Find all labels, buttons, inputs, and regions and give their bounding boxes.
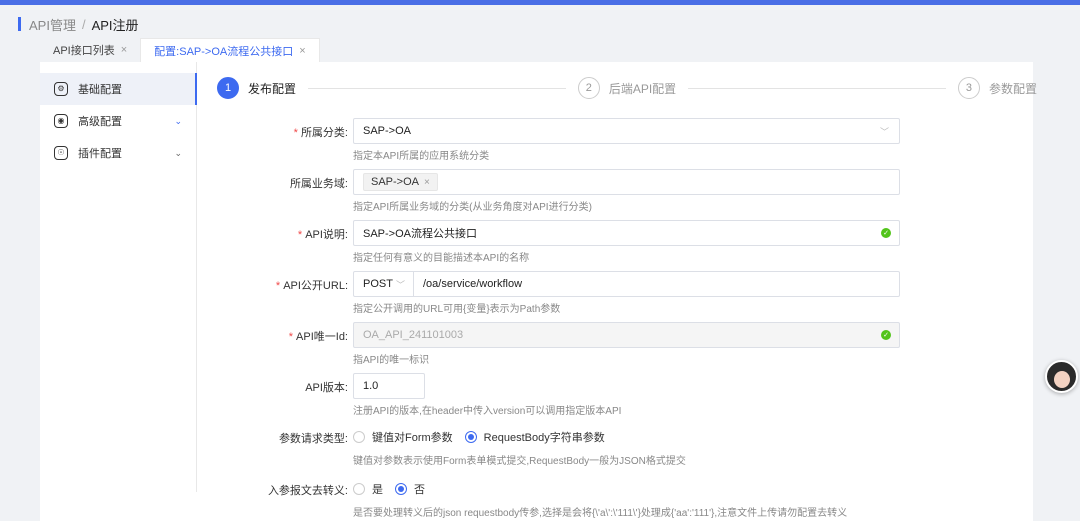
field-label: API版本: bbox=[305, 382, 348, 394]
close-icon[interactable]: × bbox=[121, 44, 127, 56]
field-help: 指定API所属业务域的分类(从业务角度对API进行分类) bbox=[353, 202, 592, 213]
required-mark: * bbox=[288, 331, 294, 343]
public-url-input: POST ﹀ /oa/service/workflow bbox=[353, 271, 900, 297]
sidenav-item-label: 高级配置 bbox=[78, 116, 122, 128]
radio-circle bbox=[353, 483, 365, 495]
breadcrumb-parent[interactable]: API管理 bbox=[29, 15, 76, 34]
avatar-face bbox=[1053, 371, 1070, 388]
field-label: * 所属分类: bbox=[293, 127, 348, 139]
field-label: * API唯一Id: bbox=[288, 331, 348, 343]
radio-no[interactable]: 否 bbox=[395, 481, 425, 497]
radio-form-params[interactable]: 键值对Form参数 bbox=[353, 429, 453, 445]
required-mark: * bbox=[275, 280, 281, 292]
sidenav-item-label: 基础配置 bbox=[78, 84, 122, 96]
field-help: 是否要处理转义后的json requestbody传参,选择是会将{\'a\':… bbox=[353, 508, 848, 519]
field-help: 注册API的版本,在header中传入version可以调用指定版本API bbox=[353, 406, 622, 417]
field-label: 参数请求类型: bbox=[278, 433, 348, 445]
step-divider bbox=[308, 87, 566, 89]
top-accent-bar bbox=[0, 0, 1080, 5]
breadcrumb-separator: / bbox=[81, 16, 86, 32]
radio-circle bbox=[395, 483, 407, 495]
input-value: OA_API_241101003 bbox=[363, 329, 464, 341]
step-backend[interactable]: 2 后端API配置 bbox=[577, 77, 677, 99]
input-value: 1.0 bbox=[363, 380, 379, 392]
breadcrumb: API管理 / API注册 bbox=[18, 15, 139, 34]
request-type-radios: 键值对Form参数 RequestBody字符串参数 bbox=[353, 429, 617, 445]
chevron-down-icon: ﹀ bbox=[395, 279, 405, 290]
sidenav-item-label: 插件配置 bbox=[78, 148, 122, 160]
breadcrumb-current: API注册 bbox=[91, 17, 139, 33]
field-help: 指定公开调用的URL可用{变量}表示为Path参数 bbox=[353, 304, 561, 315]
close-icon[interactable]: × bbox=[299, 45, 305, 57]
page-tabs: API接口列表 × 配置:SAP->OA流程公共接口 × bbox=[40, 38, 320, 62]
tab-config[interactable]: 配置:SAP->OA流程公共接口 × bbox=[140, 38, 320, 62]
plugin-icon: ☉ bbox=[54, 146, 68, 160]
domain-tag: SAP->OA × bbox=[363, 173, 438, 191]
required-mark: * bbox=[293, 127, 298, 139]
field-help: 指定任何有意义的目能描述本API的名称 bbox=[353, 253, 530, 264]
step-label: 后端API配置 bbox=[608, 81, 677, 96]
http-method-select[interactable]: POST ﹀ bbox=[354, 272, 414, 296]
chevron-down-icon: ﹀ bbox=[879, 126, 889, 137]
select-value: SAP->OA bbox=[363, 125, 411, 137]
unique-id-input: OA_API_241101003 ✓ bbox=[353, 322, 900, 348]
radio-yes[interactable]: 是 bbox=[353, 481, 383, 497]
input-value: SAP->OA流程公共接口 bbox=[363, 228, 477, 240]
radio-circle bbox=[464, 431, 477, 443]
chevron-down-icon: ⌄ bbox=[174, 147, 182, 158]
category-select[interactable]: SAP->OA ﹀ bbox=[353, 118, 900, 144]
sidenav-item-plugins[interactable]: ☉ 插件配置 ⌄ bbox=[40, 137, 196, 169]
chevron-down-icon: ⌄ bbox=[174, 115, 182, 126]
field-label: * API说明: bbox=[297, 229, 348, 241]
field-label: 入参报文去转义: bbox=[267, 485, 348, 497]
unescape-radios: 是 否 bbox=[353, 481, 437, 497]
description-input[interactable]: SAP->OA流程公共接口 ✓ bbox=[353, 220, 900, 246]
url-input[interactable]: /oa/service/workflow bbox=[423, 278, 522, 290]
radio-circle bbox=[353, 431, 365, 443]
steps-bar: 1 发布配置 2 后端API配置 3 参数配置 bbox=[217, 76, 1037, 100]
tab-label: 配置:SAP->OA流程公共接口 bbox=[154, 45, 294, 58]
sidenav-item-advanced[interactable]: ◉ 高级配置 ⌄ bbox=[40, 105, 196, 137]
settings-icon: ⚙ bbox=[54, 82, 68, 96]
field-label: 所属业务域: bbox=[289, 178, 348, 190]
step-divider bbox=[688, 87, 946, 89]
close-icon[interactable]: × bbox=[424, 177, 430, 188]
step-label: 参数配置 bbox=[988, 81, 1037, 96]
version-input[interactable]: 1.0 bbox=[353, 373, 425, 399]
step-number: 2 bbox=[577, 77, 600, 99]
config-panel: ⚙ 基础配置 ◉ 高级配置 ⌄ ☉ 插件配置 ⌄ 1 发布配置 2 后端API配… bbox=[40, 62, 1037, 521]
method-value: POST bbox=[363, 278, 393, 290]
tab-api-list[interactable]: API接口列表 × bbox=[40, 38, 140, 62]
assistant-avatar[interactable] bbox=[1045, 360, 1078, 393]
step-label: 发布配置 bbox=[248, 81, 297, 96]
step-params[interactable]: 3 参数配置 bbox=[957, 77, 1037, 99]
domain-select[interactable]: SAP->OA × bbox=[353, 169, 900, 195]
field-label: * API公开URL: bbox=[275, 280, 348, 292]
config-sidenav: ⚙ 基础配置 ◉ 高级配置 ⌄ ☉ 插件配置 ⌄ bbox=[40, 62, 197, 492]
step-number: 1 bbox=[217, 77, 239, 99]
check-icon: ✓ bbox=[881, 228, 891, 238]
field-help: 键值对参数表示使用Form表单模式提交,RequestBody一般为JSON格式… bbox=[353, 456, 686, 467]
sidenav-item-basic[interactable]: ⚙ 基础配置 bbox=[40, 73, 197, 105]
advanced-icon: ◉ bbox=[54, 114, 68, 128]
step-publish[interactable]: 1 发布配置 bbox=[217, 77, 296, 99]
tab-label: API接口列表 bbox=[53, 45, 115, 57]
required-mark: * bbox=[297, 229, 303, 241]
field-help: 指定本API所属的应用系统分类 bbox=[353, 151, 490, 162]
field-help: 指API的唯一标识 bbox=[353, 355, 430, 366]
step-number: 3 bbox=[957, 77, 980, 99]
check-icon: ✓ bbox=[881, 330, 891, 340]
breadcrumb-marker bbox=[18, 17, 21, 31]
radio-request-body[interactable]: RequestBody字符串参数 bbox=[464, 429, 605, 445]
